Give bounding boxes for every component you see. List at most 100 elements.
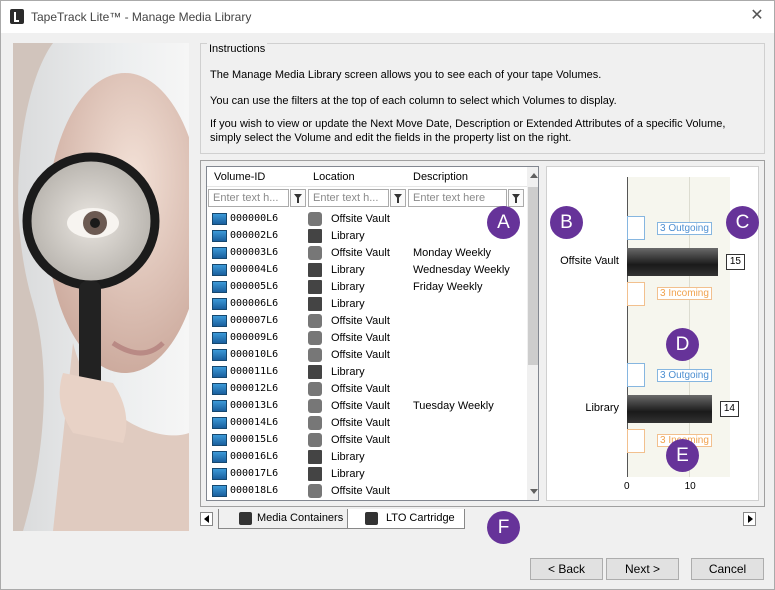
library-icon (308, 263, 322, 277)
volume-icon (212, 366, 227, 378)
location-cell: Offsite Vault (331, 434, 390, 446)
location-cell: Offsite Vault (331, 383, 390, 395)
tab-media-containers[interactable]: Media Containers (218, 509, 361, 529)
close-button[interactable]: ✕ (748, 6, 766, 26)
table-row[interactable]: 000014L6 Offsite Vault (207, 415, 527, 432)
location-filter-input[interactable]: Enter text h... (308, 189, 389, 207)
table-row[interactable]: 000017L6 Library (207, 466, 527, 483)
vault-icon (308, 246, 322, 260)
tab-scroll-right-icon[interactable] (743, 512, 756, 526)
scroll-down-icon[interactable] (530, 489, 538, 494)
volume-id-cell: 000010L6 (230, 349, 279, 360)
description-filter-icon[interactable] (508, 189, 524, 207)
location-cell: Library (331, 451, 365, 463)
volume-icon (212, 434, 227, 446)
tab-lto-cartridge[interactable]: LTO Cartridge (347, 509, 465, 529)
table-row[interactable]: 000007L6 Offsite Vault (207, 313, 527, 330)
volume-id-cell: 000002L6 (230, 230, 279, 241)
location-cell: Offsite Vault (331, 485, 390, 497)
location-cell: Offsite Vault (331, 332, 390, 344)
description-cell: Tuesday Weekly (413, 400, 494, 412)
table-row[interactable]: 000016L6 Library (207, 449, 527, 466)
volume-id-cell: 000003L6 (230, 247, 279, 258)
table-row[interactable]: 000005L6 Library Friday Weekly (207, 279, 527, 296)
back-button[interactable]: < Back (530, 558, 603, 580)
main-window: TapeTrack Lite™ - Manage Media Library ✕ (0, 0, 775, 590)
table-row[interactable]: 000004L6 Library Wednesday Weekly (207, 262, 527, 279)
volume-icon (212, 332, 227, 344)
vault-icon (308, 484, 322, 498)
scroll-thumb[interactable] (528, 187, 538, 365)
table-row[interactable]: 000015L6 Offsite Vault (207, 432, 527, 449)
table-row[interactable]: 000002L6 Library (207, 228, 527, 245)
vault-icon (308, 331, 322, 345)
grid-vertical-scrollbar[interactable] (527, 167, 538, 500)
library-icon (308, 365, 322, 379)
incoming-bar (627, 429, 645, 453)
instructions-title: Instructions (207, 43, 268, 55)
volume-id-cell: 000000L6 (230, 213, 279, 224)
incoming-label: 3 Incoming (657, 287, 712, 300)
volume-id-cell: 000011L6 (230, 366, 279, 377)
volume-id-cell: 000007L6 (230, 315, 279, 326)
volume-id-cell: 000009L6 (230, 332, 279, 343)
volume-id-cell: 000005L6 (230, 281, 279, 292)
volume-filter-input[interactable]: Enter text h... (208, 189, 289, 207)
table-row[interactable]: 000000L6 Offsite Vault (207, 211, 527, 228)
tab-lto-cartridge-label: LTO Cartridge (386, 512, 455, 524)
cancel-button[interactable]: Cancel (691, 558, 764, 580)
instructions-paragraph-1: The Manage Media Library screen allows y… (210, 69, 602, 81)
location-cell: Offsite Vault (331, 349, 390, 361)
callout-marker-b: B (550, 206, 583, 239)
x-tick-label: 0 (624, 481, 630, 492)
table-row[interactable]: 000009L6 Offsite Vault (207, 330, 527, 347)
table-row[interactable]: 000018L6 Offsite Vault (207, 483, 527, 500)
outgoing-label: 3 Outgoing (657, 222, 712, 235)
window-title: TapeTrack Lite™ - Manage Media Library (31, 10, 252, 24)
volume-id-cell: 000015L6 (230, 434, 279, 445)
volume-filter-icon[interactable] (290, 189, 306, 207)
table-row[interactable]: 000012L6 Offsite Vault (207, 381, 527, 398)
callout-marker-e: E (666, 439, 699, 472)
library-icon (308, 280, 322, 294)
chart-bar-offsite-vault (627, 248, 718, 276)
column-header-volume-id[interactable]: Volume-ID (214, 171, 265, 183)
x-tick-label: 10 (684, 481, 696, 492)
callout-marker-f: F (487, 511, 520, 544)
volume-icon (212, 230, 227, 242)
location-filter-icon[interactable] (390, 189, 406, 207)
outgoing-bar (627, 216, 645, 240)
volume-icon (212, 349, 227, 361)
column-header-description[interactable]: Description (413, 171, 468, 183)
table-row[interactable]: 000013L6 Offsite Vault Tuesday Weekly (207, 398, 527, 415)
outgoing-bar (627, 363, 645, 387)
description-filter-input[interactable]: Enter text here (408, 189, 507, 207)
filter-row: Enter text h... Enter text h... Enter te… (207, 187, 527, 209)
grid-header: Volume-ID Location Description (207, 167, 538, 187)
volume-id-cell: 000006L6 (230, 298, 279, 309)
category-label: Offsite Vault (560, 255, 619, 267)
incoming-bar (627, 282, 645, 306)
vault-icon (308, 348, 322, 362)
next-button[interactable]: Next > (606, 558, 679, 580)
volume-icon (212, 400, 227, 412)
volume-icon (212, 383, 227, 395)
tab-scroll-left-icon[interactable] (200, 512, 213, 526)
tab-strip: Media Containers LTO Cartridge (200, 509, 765, 531)
tab-media-containers-label: Media Containers (257, 512, 344, 524)
location-cell: Offsite Vault (331, 315, 390, 327)
table-row[interactable]: 000006L6 Library (207, 296, 527, 313)
table-row[interactable]: 000003L6 Offsite Vault Monday Weekly (207, 245, 527, 262)
location-cell: Offsite Vault (331, 417, 390, 429)
volume-id-cell: 000018L6 (230, 485, 279, 496)
location-cell: Offsite Vault (331, 247, 390, 259)
column-header-location[interactable]: Location (313, 171, 355, 183)
description-cell: Friday Weekly (413, 281, 483, 293)
scroll-up-icon[interactable] (530, 173, 538, 178)
volume-icon (212, 281, 227, 293)
location-cell: Library (331, 264, 365, 276)
title-bar: TapeTrack Lite™ - Manage Media Library ✕ (1, 1, 774, 33)
table-row[interactable]: 000011L6 Library (207, 364, 527, 381)
table-row[interactable]: 000010L6 Offsite Vault (207, 347, 527, 364)
location-cell: Library (331, 230, 365, 242)
